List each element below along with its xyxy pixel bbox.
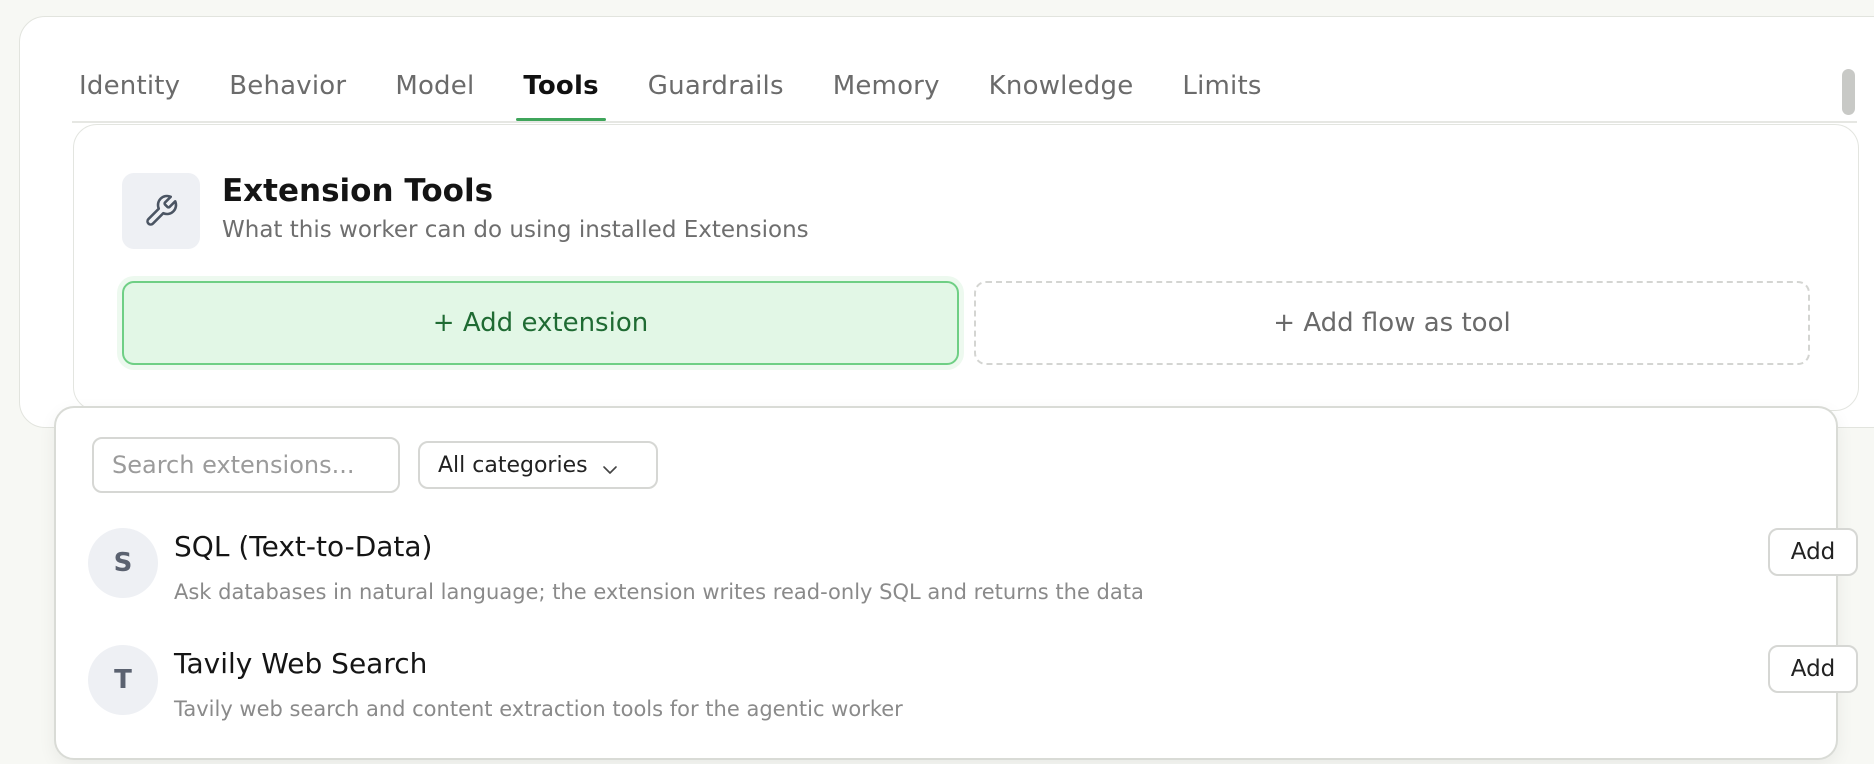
extension-description: Ask databases in natural language; the e… <box>174 580 1144 604</box>
tab-knowledge[interactable]: Knowledge <box>982 71 1141 121</box>
worker-config-card: Identity Behavior Model Tools Guardrails… <box>19 16 1874 428</box>
category-select-value: All categories <box>438 452 588 478</box>
list-item: T Tavily Web Search Tavily web search an… <box>88 645 1858 755</box>
tabs-divider <box>72 121 1857 123</box>
extension-tools-subtitle: What this worker can do using installed … <box>222 217 809 243</box>
avatar: T <box>88 645 158 715</box>
add-sql-extension-button[interactable]: Add <box>1768 528 1858 576</box>
add-flow-as-tool-button[interactable]: + Add flow as tool <box>974 281 1810 365</box>
wrench-icon <box>122 173 200 249</box>
scrollbar-thumb[interactable] <box>1842 69 1855 115</box>
tab-identity[interactable]: Identity <box>72 71 187 121</box>
extension-description: Tavily web search and content extraction… <box>174 697 903 721</box>
tab-model[interactable]: Model <box>388 71 481 121</box>
tab-guardrails[interactable]: Guardrails <box>641 71 791 121</box>
tab-memory[interactable]: Memory <box>826 71 947 121</box>
list-item: S SQL (Text-to-Data) Ask databases in na… <box>88 528 1858 638</box>
tab-limits[interactable]: Limits <box>1175 71 1268 121</box>
category-select[interactable]: All categories <box>418 441 658 489</box>
tab-tools[interactable]: Tools <box>516 71 607 121</box>
extension-tools-panel: Extension Tools What this worker can do … <box>73 124 1859 411</box>
add-extension-button[interactable]: + Add extension <box>122 281 959 365</box>
tab-behavior[interactable]: Behavior <box>222 71 353 121</box>
extension-name: SQL (Text-to-Data) <box>174 530 433 563</box>
extension-picker-dropdown: All categories S SQL (Text-to-Data) Ask … <box>54 406 1858 760</box>
avatar: S <box>88 528 158 598</box>
extension-tools-title: Extension Tools <box>222 173 494 209</box>
extension-name: Tavily Web Search <box>174 647 428 680</box>
tab-bar: Identity Behavior Model Tools Guardrails… <box>72 47 1304 121</box>
chevron-down-icon <box>602 456 618 481</box>
add-tavily-extension-button[interactable]: Add <box>1768 645 1858 693</box>
search-extensions-input[interactable] <box>92 437 400 493</box>
